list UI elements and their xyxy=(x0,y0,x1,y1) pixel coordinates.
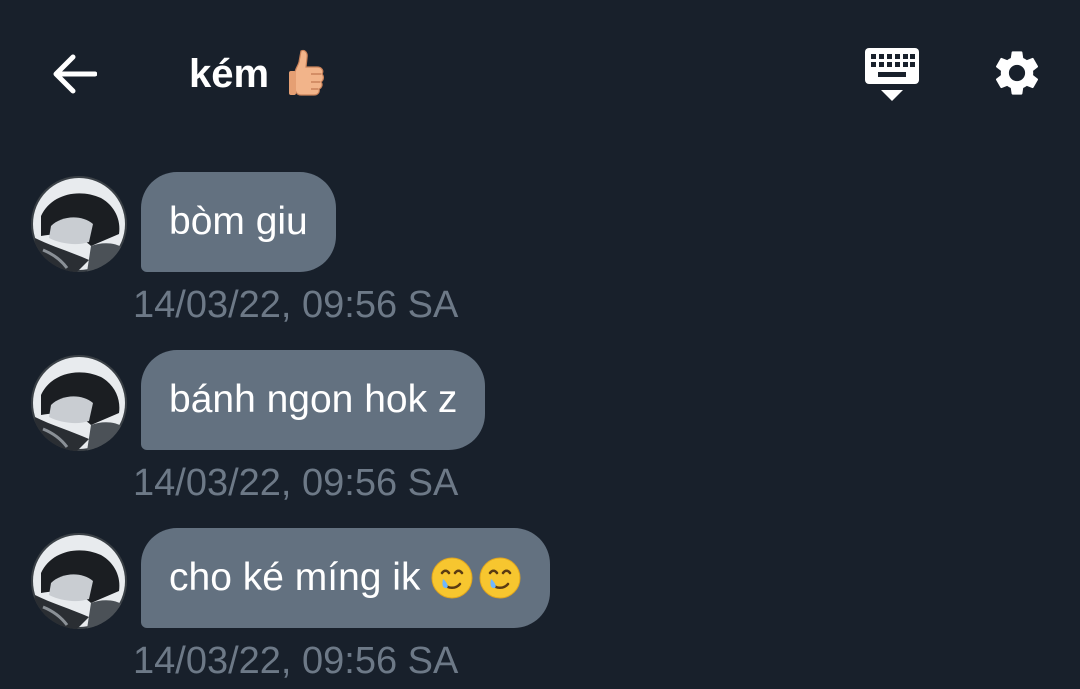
avatar[interactable] xyxy=(31,533,127,629)
message-text: bòm giu xyxy=(169,200,308,243)
avatar[interactable] xyxy=(31,355,127,451)
message-text: cho ké míng ik xyxy=(169,556,421,599)
avatar-photo xyxy=(31,355,127,451)
message-bubble[interactable]: cho ké míng ik xyxy=(141,528,551,628)
avatar[interactable] xyxy=(31,176,127,272)
message-timestamp: 14/03/22, 09:56 SA xyxy=(133,462,459,504)
avatar-photo xyxy=(31,176,127,272)
message-bubble[interactable]: bánh ngon hok z xyxy=(141,350,486,450)
avatar-photo xyxy=(31,533,127,629)
message-timestamp: 14/03/22, 09:56 SA xyxy=(133,640,459,682)
message-timestamp: 14/03/22, 09:56 SA xyxy=(133,284,459,326)
message-text: bánh ngon hok z xyxy=(169,378,458,421)
message-row: cho ké míng ik 14/03/22, 09:56 SA xyxy=(0,0,1080,682)
smiling-face-with-tear-emoji xyxy=(479,557,521,599)
smiling-face-with-tear-emoji xyxy=(431,557,473,599)
message-bubble[interactable]: bòm giu xyxy=(141,172,336,272)
